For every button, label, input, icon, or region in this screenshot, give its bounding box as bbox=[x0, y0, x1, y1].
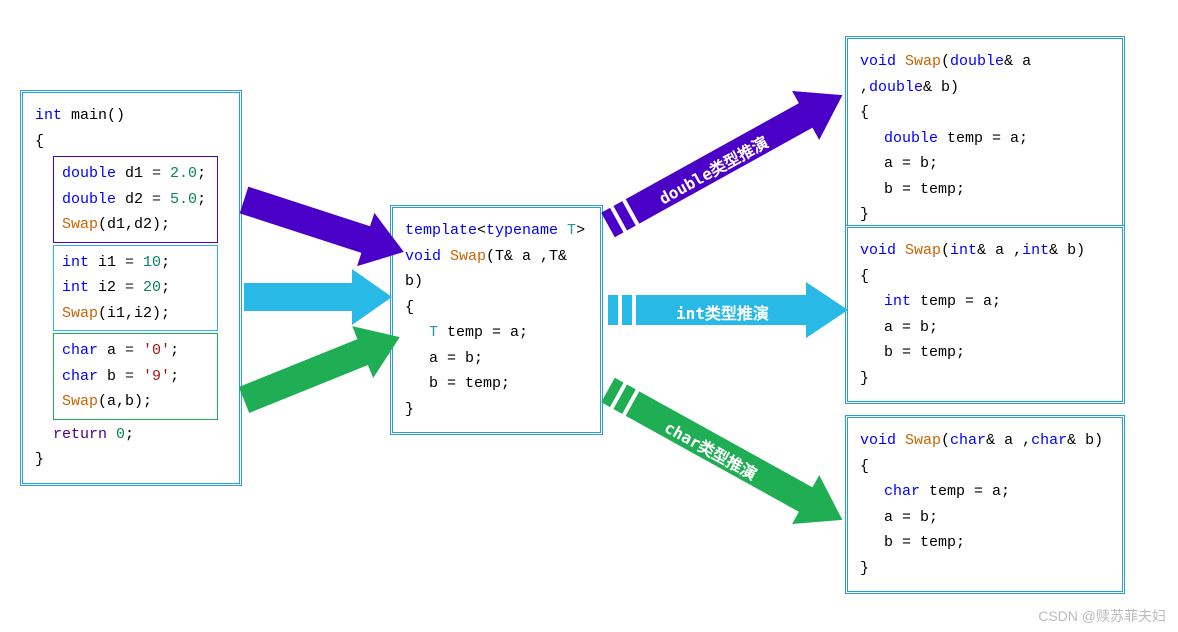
line: b = temp; bbox=[884, 177, 1110, 203]
main-code-box: int main() { double d1 = 2.0; double d2 … bbox=[20, 90, 242, 486]
brace: } bbox=[860, 556, 1110, 582]
brace: } bbox=[860, 366, 1110, 392]
return-line: return 0; bbox=[53, 422, 227, 448]
line: b = temp; bbox=[429, 371, 588, 397]
line: T temp = a; bbox=[429, 320, 588, 346]
line: void Swap(double& a ,double& b) bbox=[860, 49, 1110, 100]
line: double d2 = 5.0; bbox=[62, 187, 209, 213]
brace-open: { bbox=[35, 129, 227, 155]
line: void Swap(int& a ,int& b) bbox=[860, 238, 1110, 264]
line: Swap(d1,d2); bbox=[62, 212, 209, 238]
block-int: int i1 = 10; int i2 = 20; Swap(i1,i2); bbox=[53, 245, 218, 332]
brace: { bbox=[860, 100, 1110, 126]
char-code-box: void Swap(char& a ,char& b) { char temp … bbox=[845, 415, 1125, 594]
line: a = b; bbox=[884, 505, 1110, 531]
line: Swap(i1,i2); bbox=[62, 301, 209, 327]
double-code-box: void Swap(double& a ,double& b) { double… bbox=[845, 36, 1125, 241]
brace: { bbox=[860, 454, 1110, 480]
brace: } bbox=[405, 397, 588, 423]
kw-int: int bbox=[35, 107, 62, 124]
line: void Swap(T& a ,T& b) bbox=[405, 244, 588, 295]
int-code-box: void Swap(int& a ,int& b) { int temp = a… bbox=[845, 225, 1125, 404]
arrow-label-int: int类型推演 bbox=[668, 296, 777, 328]
block-char: char a = '0'; char b = '9'; Swap(a,b); bbox=[53, 333, 218, 420]
watermark: CSDN @赎苏菲夫妇 bbox=[1038, 606, 1166, 626]
main-sig: int main() bbox=[35, 103, 227, 129]
template-code-box: template<typename T> void Swap(T& a ,T& … bbox=[390, 205, 603, 435]
arrow-label-double: double类型推演 bbox=[645, 122, 781, 217]
line: char b = '9'; bbox=[62, 364, 209, 390]
line: int temp = a; bbox=[884, 289, 1110, 315]
brace: { bbox=[405, 295, 588, 321]
line: char temp = a; bbox=[884, 479, 1110, 505]
line: char a = '0'; bbox=[62, 338, 209, 364]
brace-close: } bbox=[35, 447, 227, 473]
brace: { bbox=[860, 264, 1110, 290]
line: a = b; bbox=[429, 346, 588, 372]
line: void Swap(char& a ,char& b) bbox=[860, 428, 1110, 454]
line: Swap(a,b); bbox=[62, 389, 209, 415]
line: a = b; bbox=[884, 315, 1110, 341]
brace: } bbox=[860, 202, 1110, 228]
line: int i1 = 10; bbox=[62, 250, 209, 276]
line: template<typename T> bbox=[405, 218, 588, 244]
block-double: double d1 = 2.0; double d2 = 5.0; Swap(d… bbox=[53, 156, 218, 243]
line: b = temp; bbox=[884, 340, 1110, 366]
arrow-label-char: char类型推演 bbox=[652, 407, 771, 492]
line: double d1 = 2.0; bbox=[62, 161, 209, 187]
fn-main: main bbox=[71, 107, 107, 124]
line: b = temp; bbox=[884, 530, 1110, 556]
line: int i2 = 20; bbox=[62, 275, 209, 301]
line: a = b; bbox=[884, 151, 1110, 177]
line: double temp = a; bbox=[884, 126, 1110, 152]
